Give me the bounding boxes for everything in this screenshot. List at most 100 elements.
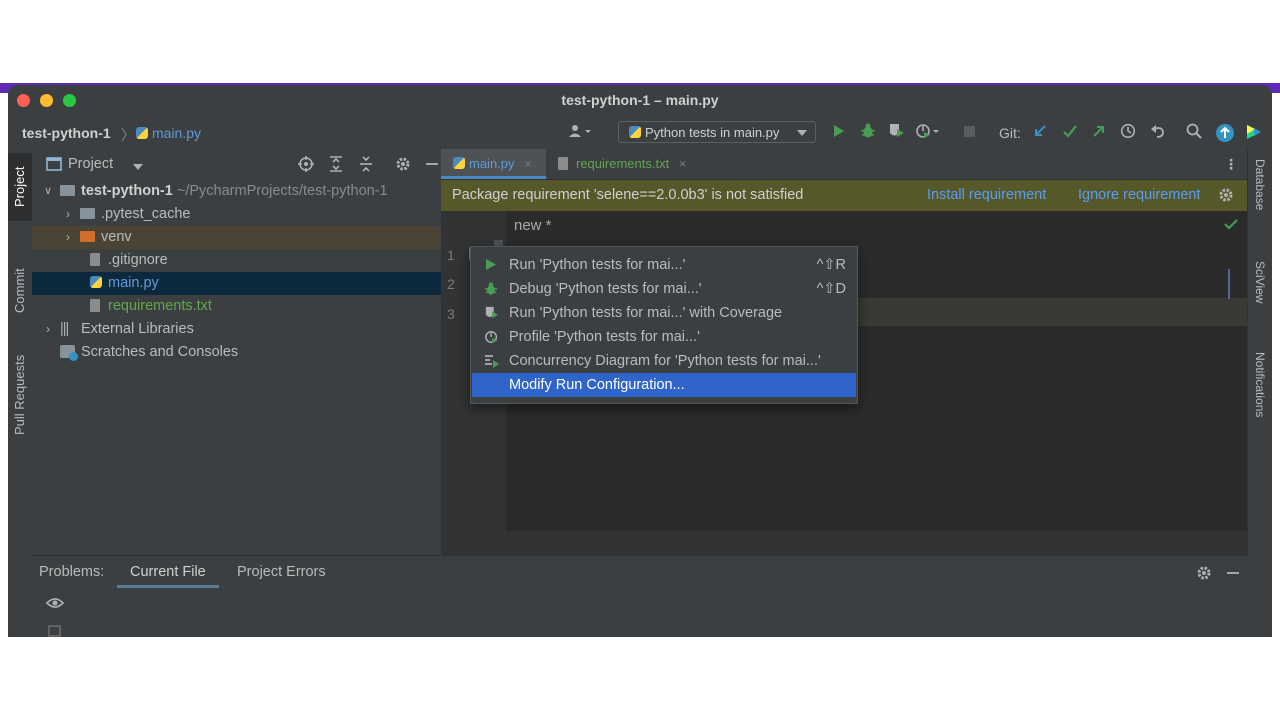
library-icon: ||| <box>60 321 69 337</box>
chevron-right-icon[interactable]: › <box>66 203 70 226</box>
tree-item-label: Scratches and Consoles <box>81 344 239 360</box>
chevron-right-icon[interactable]: › <box>46 318 50 341</box>
project-view-dropdown-icon[interactable] <box>132 158 144 174</box>
search-icon[interactable] <box>1186 123 1202 143</box>
editor-scroll-area <box>441 531 1248 555</box>
tree-item-requirements[interactable]: requirements.txt <box>32 295 441 318</box>
scroll-marker <box>1228 269 1230 299</box>
more-tabs-icon[interactable]: ⋮ <box>1224 156 1238 172</box>
text-file-icon <box>90 299 100 312</box>
concurrency-icon <box>484 354 499 368</box>
rollback-icon[interactable] <box>1150 123 1166 143</box>
database-tool-tab-label: Database <box>1253 159 1267 211</box>
user-account-icon[interactable] <box>568 123 594 143</box>
stop-button[interactable] <box>963 123 977 143</box>
line-number: 3 <box>447 306 455 322</box>
menu-item-label: Run 'Python tests for mai...' with Cover… <box>509 305 783 321</box>
project-tool-tab[interactable]: Project <box>8 153 32 221</box>
commit-tool-tab-label: Commit <box>12 268 27 313</box>
tab-project-errors[interactable]: Project Errors <box>237 564 326 580</box>
filter-icon[interactable] <box>48 624 62 637</box>
jetbrains-logo-icon[interactable] <box>1245 123 1263 143</box>
tree-item-external-libraries[interactable]: › ||| External Libraries <box>32 318 441 341</box>
git-label: Git: <box>999 125 1021 141</box>
collapse-all-icon[interactable] <box>358 156 374 175</box>
run-configuration-selector[interactable]: Python tests in main.py <box>618 121 816 143</box>
run-button[interactable] <box>832 123 846 143</box>
tree-item-pytest-cache[interactable]: › .pytest_cache <box>32 203 441 226</box>
notifications-tool-tab-label: Notifications <box>1253 352 1267 418</box>
tab-current-file[interactable]: Current File <box>117 564 219 588</box>
hide-panel-icon[interactable] <box>1226 565 1240 584</box>
project-panel: Project ∨ test-python-1 ~/PycharmProject… <box>32 149 441 555</box>
editor-tab-main-py[interactable]: main.py × <box>441 149 546 179</box>
panel-settings-icon[interactable] <box>1196 565 1212 584</box>
zoom-window-button[interactable] <box>63 94 76 107</box>
close-tab-icon[interactable]: × <box>524 156 532 171</box>
breadcrumb-project[interactable]: test-python-1 <box>22 125 111 141</box>
breadcrumb-file-label: main.py <box>152 125 202 141</box>
pull-requests-tool-tab[interactable]: Pull Requests <box>12 331 27 435</box>
hide-panel-icon[interactable] <box>425 156 439 175</box>
menu-item-label: Concurrency Diagram for 'Python tests fo… <box>509 353 821 369</box>
folder-icon <box>80 208 95 219</box>
git-push-icon[interactable] <box>1091 123 1107 143</box>
history-icon[interactable] <box>1120 123 1136 143</box>
tree-item-label: requirements.txt <box>108 298 212 314</box>
run-configuration-label: Python tests in main.py <box>645 125 780 140</box>
tree-item-gitignore[interactable]: .gitignore <box>32 249 441 272</box>
menu-item-run-coverage[interactable]: Run 'Python tests for mai...' with Cover… <box>472 301 856 325</box>
chevron-down-icon[interactable]: ∨ <box>44 180 52 203</box>
database-tool-tab[interactable]: Database <box>1253 159 1267 210</box>
ide-update-icon[interactable] <box>1215 123 1235 143</box>
python-tests-icon <box>629 126 641 138</box>
git-update-icon[interactable] <box>1032 123 1048 143</box>
close-tab-icon[interactable]: × <box>679 156 687 171</box>
ignore-requirement-link[interactable]: Ignore requirement <box>1078 180 1201 211</box>
debug-button[interactable] <box>860 123 876 143</box>
banner-settings-icon[interactable] <box>1218 187 1234 206</box>
menu-item-run[interactable]: Run 'Python tests for mai...' ^⇧R <box>472 253 856 277</box>
python-file-icon <box>453 157 465 169</box>
breadcrumb-file[interactable]: main.py <box>136 125 201 141</box>
tree-item-main-py[interactable]: main.py <box>32 272 441 295</box>
profile-button[interactable] <box>916 123 942 143</box>
git-commit-icon[interactable] <box>1062 123 1078 143</box>
gear-icon[interactable] <box>395 156 411 175</box>
menu-item-concurrency[interactable]: Concurrency Diagram for 'Python tests fo… <box>472 349 856 373</box>
project-panel-header: Project <box>32 149 441 179</box>
text-file-icon <box>558 157 568 170</box>
left-tool-strip: Project Commit Pull Requests <box>8 149 33 637</box>
install-requirement-link[interactable]: Install requirement <box>927 180 1046 211</box>
tree-item-label: .gitignore <box>108 252 168 268</box>
menu-item-label: Run 'Python tests for mai...' <box>509 257 686 273</box>
menu-item-modify-run-configuration[interactable]: Modify Run Configuration... <box>472 373 856 397</box>
close-window-button[interactable] <box>17 94 30 107</box>
menu-item-label: Debug 'Python tests for mai...' <box>509 281 702 297</box>
expand-all-icon[interactable] <box>328 156 344 175</box>
scratches-icon <box>60 345 78 361</box>
notifications-tool-tab[interactable]: Notifications <box>1253 352 1267 417</box>
select-opened-file-icon[interactable] <box>298 156 314 175</box>
tree-item-project-root[interactable]: ∨ test-python-1 ~/PycharmProjects/test-p… <box>32 180 441 203</box>
no-problems-check-icon[interactable] <box>1224 217 1238 234</box>
eye-icon[interactable] <box>45 596 65 613</box>
project-view-icon <box>46 157 62 174</box>
minimize-window-button[interactable] <box>40 94 53 107</box>
editor-tab-requirements[interactable]: requirements.txt × <box>558 149 708 179</box>
menu-item-debug[interactable]: Debug 'Python tests for mai...' ^⇧D <box>472 277 856 301</box>
run-with-coverage-button[interactable] <box>888 123 906 143</box>
menu-item-profile[interactable]: Profile 'Python tests for mai...' <box>472 325 856 349</box>
tree-item-label: .pytest_cache <box>101 206 191 222</box>
commit-tool-tab[interactable]: Commit <box>12 241 27 313</box>
folder-icon <box>60 185 75 196</box>
chevron-right-icon[interactable]: › <box>66 226 70 249</box>
tree-item-scratches[interactable]: Scratches and Consoles <box>32 341 441 364</box>
sciview-tool-tab[interactable]: SciView <box>1253 261 1267 303</box>
project-panel-title[interactable]: Project <box>68 156 113 172</box>
tree-item-venv[interactable]: › venv <box>32 226 441 249</box>
inlay-hint-new: new * <box>514 217 552 234</box>
navigation-toolbar: test-python-1 〉 main.py Python tests in … <box>8 117 1272 150</box>
pull-requests-tool-tab-label: Pull Requests <box>12 354 27 435</box>
run-icon <box>484 258 498 272</box>
